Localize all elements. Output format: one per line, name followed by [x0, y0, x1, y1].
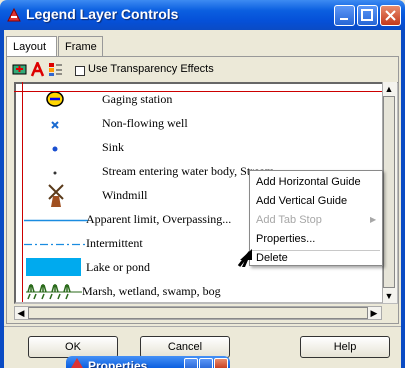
scroll-up-icon[interactable]: ▲ — [383, 83, 395, 95]
popup-minimize-button[interactable] — [184, 358, 198, 368]
legend-item-label: Non-flowing well — [102, 116, 188, 130]
windmill-icon — [48, 184, 64, 207]
vertical-scroll-thumb[interactable] — [383, 96, 395, 288]
cancel-label: Cancel — [167, 341, 203, 353]
solid-line-icon — [24, 219, 88, 222]
menu-item-delete[interactable]: Delete — [256, 252, 288, 264]
close-button[interactable] — [380, 5, 401, 26]
legend-item-label: Intermittent — [86, 236, 143, 250]
ok-button[interactable]: OK — [28, 336, 118, 358]
minimize-icon — [340, 18, 348, 20]
gaging-station-icon — [46, 91, 64, 107]
dash-dot-line-icon — [24, 243, 88, 246]
legend-style-icon[interactable] — [48, 62, 63, 77]
close-icon — [385, 10, 396, 21]
text-a-icon[interactable] — [30, 62, 45, 77]
tab-frame[interactable]: Frame — [58, 36, 103, 56]
x-mark-icon — [51, 121, 59, 129]
tab-layout-label: Layout — [13, 41, 47, 53]
context-menu: Add Horizontal Guide Add Vertical Guide … — [249, 170, 383, 266]
legend-item-label: Windmill — [102, 188, 148, 202]
dot-icon — [52, 146, 58, 152]
legend-item-label: Apparent limit, Overpassing... — [86, 212, 232, 226]
popup-close-button[interactable] — [214, 358, 228, 368]
maximize-button[interactable] — [357, 5, 378, 26]
menu-separator — [252, 250, 380, 251]
properties-dialog-title: Properties — [88, 359, 148, 368]
cancel-button[interactable]: Cancel — [140, 336, 230, 358]
menu-item-add-tab-stop: Add Tab Stop — [256, 214, 322, 226]
scroll-right-icon[interactable]: ▶ — [368, 307, 380, 319]
marsh-pattern-icon — [26, 284, 82, 300]
scroll-left-icon[interactable]: ◀ — [15, 307, 27, 319]
lake-swatch-icon — [26, 258, 81, 276]
divider — [4, 326, 401, 327]
transparency-label: Use Transparency Effects — [88, 63, 214, 75]
popup-maximize-button[interactable] — [199, 358, 213, 368]
vertical-guide[interactable] — [22, 82, 23, 302]
menu-item-add-vertical-guide[interactable]: Add Vertical Guide — [256, 195, 347, 207]
maximize-icon — [361, 9, 373, 21]
legend-item-label: Lake or pond — [86, 260, 150, 274]
list-item[interactable]: Sink — [16, 136, 376, 160]
submenu-arrow-icon: ▶ — [370, 215, 377, 224]
horizontal-guide[interactable] — [14, 91, 386, 92]
add-layer-icon[interactable] — [12, 62, 27, 77]
menu-item-properties[interactable]: Properties... — [256, 233, 315, 245]
window-title: Legend Layer Controls — [26, 6, 179, 22]
list-item[interactable]: Non-flowing well — [16, 112, 376, 136]
tab-layout[interactable]: Layout — [6, 36, 57, 56]
minimize-button[interactable] — [334, 5, 355, 26]
app-icon — [7, 7, 21, 22]
small-dot-icon — [53, 171, 57, 175]
app-icon — [71, 358, 83, 368]
transparency-checkbox[interactable] — [75, 66, 85, 76]
legend-item-label: Sink — [102, 140, 125, 154]
help-button[interactable]: Help — [300, 336, 390, 358]
tab-frame-label: Frame — [65, 41, 97, 53]
mouse-cursor-icon — [237, 249, 252, 267]
list-item[interactable]: Marsh, wetland, swamp, bog — [16, 280, 376, 302]
legend-item-label: Marsh, wetland, swamp, bog — [82, 284, 221, 298]
menu-item-add-horizontal-guide[interactable]: Add Horizontal Guide — [256, 176, 361, 188]
horizontal-scroll-thumb[interactable] — [28, 307, 368, 319]
legend-item-label: Gaging station — [102, 92, 173, 106]
scroll-down-icon[interactable]: ▼ — [383, 290, 395, 302]
help-label: Help — [333, 341, 357, 353]
ok-label: OK — [65, 341, 81, 353]
title-bar[interactable]: Legend Layer Controls — [0, 0, 405, 30]
properties-dialog-titlebar[interactable]: Properties — [66, 356, 230, 368]
